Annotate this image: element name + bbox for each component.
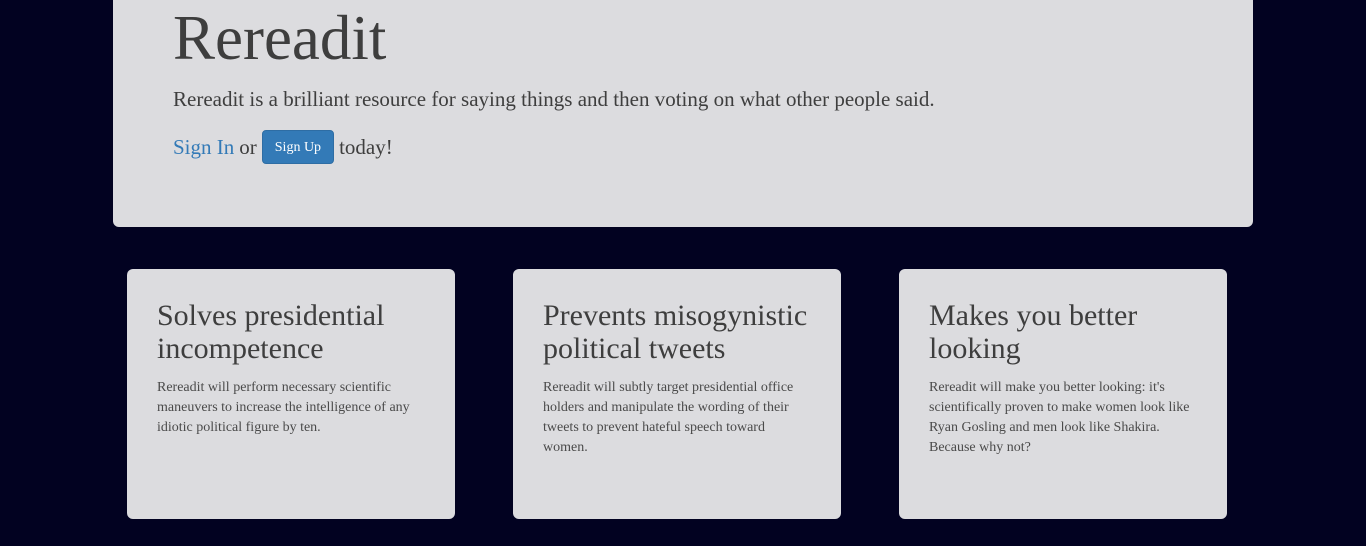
- feature-title: Makes you better looking: [929, 299, 1138, 365]
- feature-description: Rereadit will make you better looking: i…: [929, 380, 1190, 455]
- feature-title: Prevents misogynistic political tweets: [543, 299, 808, 365]
- feature-description: Rereadit will perform necessary scientif…: [157, 380, 410, 435]
- sign-in-link[interactable]: Sign In: [173, 130, 234, 164]
- today-text: today!: [339, 135, 393, 159]
- sign-up-button[interactable]: Sign Up: [261, 130, 335, 164]
- feature-card: Prevents misogynistic political tweets R…: [513, 269, 841, 519]
- site-title: Rereadit: [173, 3, 387, 73]
- site-tagline: Rereadit is a brilliant resource for say…: [173, 87, 935, 111]
- call-to-action: Sign In or Sign Up today!: [173, 130, 393, 164]
- hero-panel: Rereadit Rereadit is a brilliant resourc…: [113, 0, 1253, 227]
- or-text: or: [239, 135, 257, 159]
- feature-description: Rereadit will subtly target presidential…: [543, 380, 794, 455]
- feature-card: Solves presidential incompetence Rereadi…: [127, 269, 455, 519]
- feature-title: Solves presidential incompetence: [157, 299, 385, 365]
- feature-card: Makes you better looking Rereadit will m…: [899, 269, 1227, 519]
